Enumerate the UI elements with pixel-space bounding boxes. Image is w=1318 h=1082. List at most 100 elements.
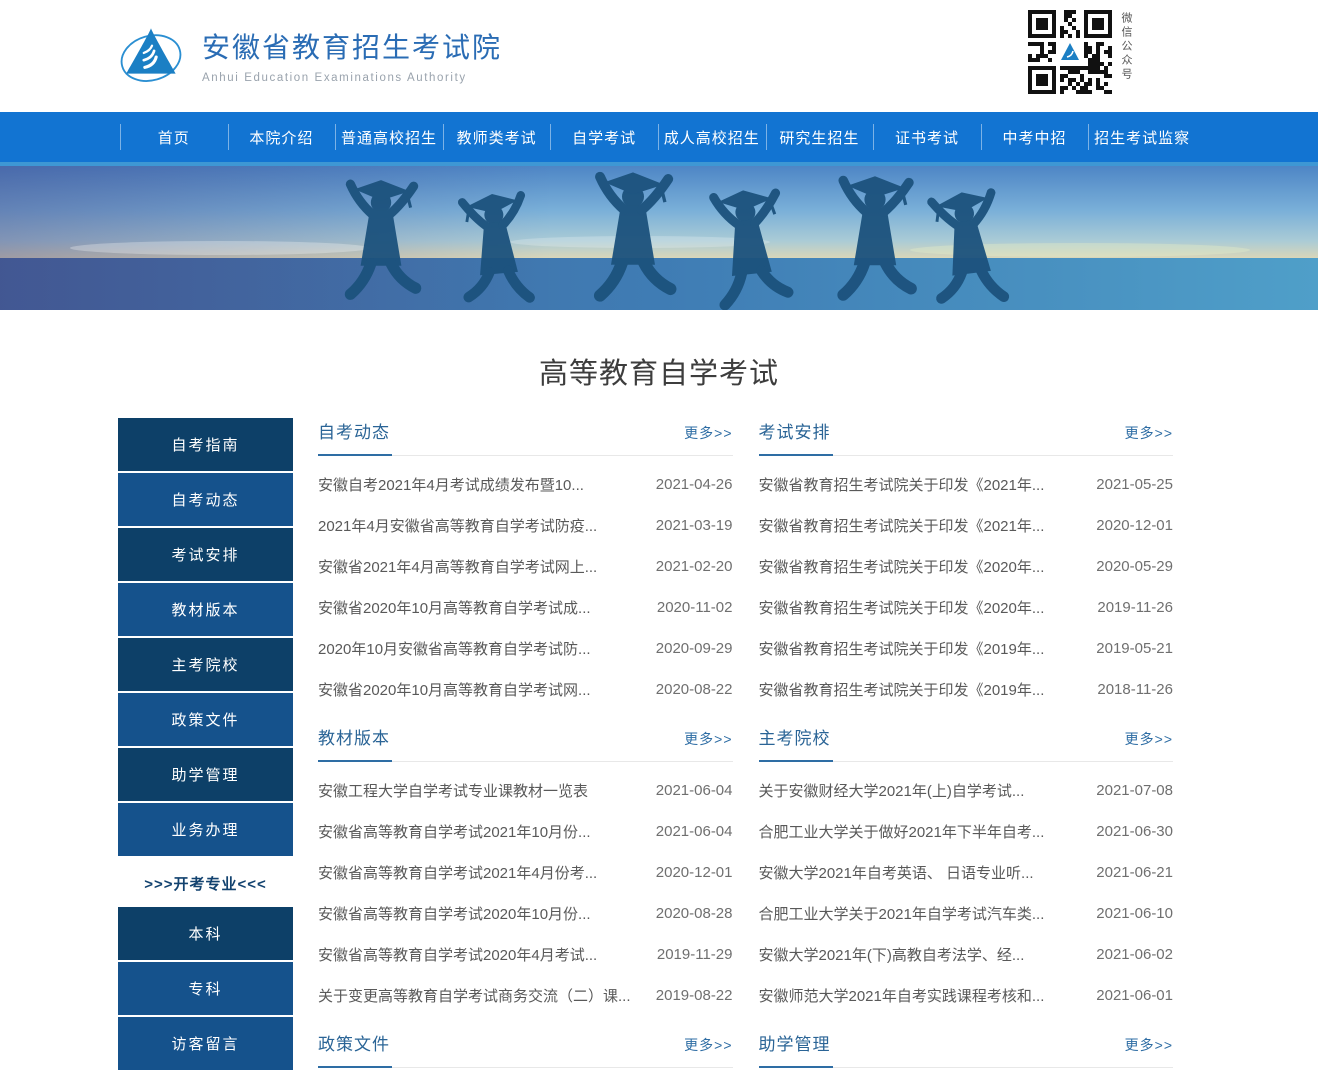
more-link[interactable]: 更多>> [684, 1035, 732, 1055]
news-item: 安徽省教育招生考试院关于印发《2019年... 2019-05-21 [759, 628, 1174, 669]
more-link[interactable]: 更多>> [684, 729, 732, 749]
nav-item-7[interactable]: 证书考试 [873, 112, 981, 162]
more-link[interactable]: 更多>> [1125, 1035, 1173, 1055]
news-item-title[interactable]: 安徽省教育招生考试院关于印发《2019年... [759, 638, 1079, 659]
banner-graduates-illustration [0, 162, 1318, 310]
news-item-date: 2021-05-25 [1096, 476, 1173, 493]
news-item: 安徽省2020年10月高等教育自学考试成...2020-11-02 [318, 587, 733, 628]
sidebar-item-2[interactable]: 考试安排 [118, 528, 293, 581]
news-item: 安徽师范大学2021年自考实践课程考核和... 2021-06-01 [759, 975, 1174, 1016]
news-item-date: 2020-12-01 [656, 864, 733, 881]
news-item-date: 2021-06-21 [1096, 864, 1173, 881]
news-item-date: 2021-06-04 [656, 823, 733, 840]
news-item-title[interactable]: 安徽省教育招生考试院关于印发《2021年... [759, 474, 1079, 495]
more-link[interactable]: 更多>> [684, 423, 732, 443]
nav-item-2[interactable]: 普通高校招生 [335, 112, 443, 162]
site-header: 安徽省教育招生考试院 Anhui Education Examinations … [0, 0, 1318, 112]
sidebar-bottom-item-1[interactable]: 专科 [118, 962, 293, 1015]
news-item-title[interactable]: 安徽省教育招生考试院关于印发《2020年... [759, 556, 1079, 577]
sidebar-item-1[interactable]: 自考动态 [118, 473, 293, 526]
nav-item-8[interactable]: 中考中招 [981, 112, 1089, 162]
nav-item-0[interactable]: 首页 [120, 112, 228, 162]
section-title: 主考院校 [759, 724, 831, 749]
news-section-5: 助学管理更多>>安徽省高等教育自学考试学习服务中心名单2019-09-03 [759, 1030, 1174, 1082]
news-item-title[interactable]: 关于安徽财经大学2021年(上)自学考试... [759, 780, 1079, 801]
wechat-qr-block: 微信公众号 [1028, 10, 1198, 94]
qr-label: 微信公众号 [1118, 12, 1134, 82]
sidebar-bottom-item-0[interactable]: 本科 [118, 907, 293, 960]
news-item-date: 2021-07-08 [1096, 782, 1173, 799]
news-item-date: 2020-08-22 [656, 681, 733, 698]
news-item-title[interactable]: 安徽省2020年10月高等教育自学考试网... [318, 679, 638, 700]
sidebar-bottom-item-2[interactable]: 访客留言 [118, 1017, 293, 1070]
news-item-title[interactable]: 安徽师范大学2021年自考实践课程考核和... [759, 985, 1079, 1006]
nav-item-6[interactable]: 研究生招生 [766, 112, 874, 162]
news-item-title[interactable]: 安徽省2020年10月高等教育自学考试成... [318, 597, 639, 618]
sidebar-item-3[interactable]: 教材版本 [118, 583, 293, 636]
news-item-title[interactable]: 安徽省2021年4月高等教育自学考试网上... [318, 556, 638, 577]
more-link[interactable]: 更多>> [1125, 729, 1173, 749]
nav-item-1[interactable]: 本院介绍 [228, 112, 336, 162]
news-item: 关于安徽财经大学2021年(上)自学考试... 2021-07-08 [759, 770, 1174, 811]
news-item-title[interactable]: 安徽省高等教育自学考试2020年10月份... [318, 903, 638, 924]
news-item-title[interactable]: 安徽自考2021年4月考试成绩发布暨10... [318, 474, 638, 495]
site-logo[interactable]: 安徽省教育招生考试院 Anhui Education Examinations … [118, 22, 502, 88]
news-item-date: 2018-11-26 [1097, 681, 1173, 698]
news-item-date: 2021-03-19 [656, 517, 733, 534]
news-item-date: 2021-06-01 [1096, 987, 1173, 1004]
sidebar-item-5[interactable]: 政策文件 [118, 693, 293, 746]
news-section-1: 考试安排更多>>安徽省教育招生考试院关于印发《2021年...2021-05-2… [759, 418, 1174, 710]
main-content: 高等教育自学考试 自考指南自考动态考试安排教材版本主考院校政策文件助学管理业务办… [0, 350, 1318, 1082]
news-item: 合肥工业大学关于2021年自学考试汽车类... 2021-06-10 [759, 893, 1174, 934]
news-item-title[interactable]: 安徽省高等教育自学考试2021年4月份考... [318, 862, 638, 883]
news-section-2: 教材版本 更多>> 安徽工程大学自学考试专业课教材一览表 2021-06-04 安徽省高… [318, 724, 733, 1016]
news-item-title[interactable]: 安徽省高等教育自学考试2021年10月份... [318, 821, 638, 842]
news-item-date: 2021-02-20 [656, 558, 733, 575]
news-item: 安徽省2021年4月高等教育自学考试网上... 2021-02-20 [318, 546, 733, 587]
news-item-title[interactable]: 安徽省教育招生考试院关于印发《2021年... [759, 515, 1079, 536]
news-item: 安徽大学2021年(下)高教自考法学、经...2021-06-02 [759, 934, 1174, 975]
news-item-title[interactable]: 安徽大学2021年自考英语、 日语专业听... [759, 862, 1079, 883]
site-subtitle: Anhui Education Examinations Authority [202, 72, 502, 84]
section-title: 教材版本 [318, 724, 390, 749]
section-title: 自考动态 [318, 418, 390, 443]
news-item-date: 2020-08-28 [656, 905, 733, 922]
nav-item-4[interactable]: 自学考试 [550, 112, 658, 162]
news-item-title[interactable]: 安徽大学2021年(下)高教自考法学、经... [759, 944, 1079, 965]
news-item: 安徽省教育招生考试院关于印发《2021年...2020-12-01 [759, 505, 1174, 546]
news-item-title[interactable]: 安徽省教育招生考试院关于印发《2020年... [759, 597, 1080, 618]
news-item: 安徽省教育招生考试院关于印发《2019年... 2018-11-26 [759, 669, 1174, 710]
news-section-3: 主考院校 更多>> 关于安徽财经大学2021年(上)自学考试... 2021-07-0… [759, 724, 1174, 1016]
more-link[interactable]: 更多>> [1125, 423, 1173, 443]
nav-item-9[interactable]: 招生考试监察 [1088, 112, 1196, 162]
sidebar-item-7[interactable]: 业务办理 [118, 803, 293, 856]
news-item: 安徽省高等教育自学考试2021年4月份考... 2020-12-01 [318, 852, 733, 893]
banner-image [0, 162, 1318, 310]
news-item-title[interactable]: 关于变更高等教育自学考试商务交流（二）课... [318, 985, 638, 1006]
news-item-title[interactable]: 安徽省教育招生考试院关于印发《2019年... [759, 679, 1080, 700]
sidebar-item-4[interactable]: 主考院校 [118, 638, 293, 691]
news-item-title[interactable]: 安徽省高等教育自学考试2020年4月考试... [318, 944, 639, 965]
news-item-date: 2021-06-10 [1096, 905, 1173, 922]
news-item-date: 2019-08-22 [656, 987, 733, 1004]
news-item: 安徽省高等教育自学考试2020年4月考试... 2019-11-29 [318, 934, 733, 975]
sidebar: 自考指南自考动态考试安排教材版本主考院校政策文件助学管理业务办理 >>>开考专业… [118, 418, 293, 1082]
news-item-date: 2019-05-21 [1096, 640, 1173, 657]
news-item-title[interactable]: 合肥工业大学关于做好2021年下半年自考... [759, 821, 1079, 842]
news-item-date: 2019-11-29 [657, 946, 733, 963]
sidebar-item-0[interactable]: 自考指南 [118, 418, 293, 471]
news-item-title[interactable]: 2020年10月安徽省高等教育自学考试防... [318, 638, 638, 659]
site-title: 安徽省教育招生考试院 [202, 26, 502, 66]
nav-item-3[interactable]: 教师类考试 [443, 112, 551, 162]
nav-item-5[interactable]: 成人高校招生 [658, 112, 766, 162]
news-item-title[interactable]: 合肥工业大学关于2021年自学考试汽车类... [759, 903, 1079, 924]
news-item-title[interactable]: 2021年4月安徽省高等教育自学考试防疫... [318, 515, 638, 536]
news-item-date: 2020-05-29 [1096, 558, 1173, 575]
logo-icon [118, 22, 184, 88]
news-item: 安徽省教育招生考试院关于印发《2021年... 2021-05-25 [759, 464, 1174, 505]
sidebar-divider-label: >>>开考专业<<< [118, 858, 293, 907]
news-item-title[interactable]: 安徽工程大学自学考试专业课教材一览表 [318, 780, 638, 801]
news-item-date: 2021-04-26 [656, 476, 733, 493]
sidebar-item-6[interactable]: 助学管理 [118, 748, 293, 801]
news-item-date: 2019-11-26 [1097, 599, 1173, 616]
